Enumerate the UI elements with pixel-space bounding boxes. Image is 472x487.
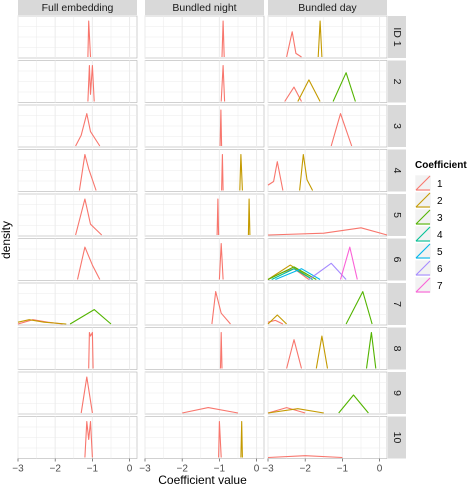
column-strip-label: Full embedding <box>42 2 114 14</box>
x-tick-label: −1 <box>87 464 99 475</box>
x-tick-label: 0 <box>377 464 383 475</box>
legend-title: Coefficient <box>415 160 467 171</box>
y-axis-title: density <box>0 221 13 259</box>
x-tick-label: −1 <box>337 464 349 475</box>
legend-label: 3 <box>437 213 443 224</box>
row-strip-label: 5 <box>391 212 403 218</box>
x-tick-label: −3 <box>262 464 274 475</box>
row-strip-label: 2 <box>391 79 403 85</box>
x-axis-title: Coefficient value <box>158 473 247 487</box>
x-tick-label: −2 <box>49 464 61 475</box>
x-tick-label: −2 <box>299 464 311 475</box>
row-strip-label: ID 1 <box>391 27 403 46</box>
legend-label: 5 <box>437 247 443 258</box>
x-tick-label: −3 <box>12 464 24 475</box>
row-strip-label: 10 <box>391 432 403 444</box>
x-tick-label: 0 <box>127 464 133 475</box>
row-strip-label: 7 <box>391 301 403 307</box>
legend-label: 6 <box>437 264 443 275</box>
legend-label: 2 <box>437 196 443 207</box>
legend-label: 1 <box>437 179 443 190</box>
x-tick-label: 0 <box>254 464 260 475</box>
row-strip-label: 4 <box>391 168 403 174</box>
faceted-density-chart: Full embedding Bundled night Bundled day ID… <box>0 0 467 487</box>
column-strip-label: Bundled day <box>298 2 357 14</box>
x-tick-label: −3 <box>139 464 151 475</box>
column-strip-label: Bundled night <box>172 2 236 14</box>
row-strip-label: 9 <box>391 390 403 396</box>
legend-label: 7 <box>437 281 443 292</box>
legend-label: 4 <box>437 230 443 241</box>
row-strip-label: 6 <box>391 257 403 263</box>
row-strip-label: 8 <box>391 346 403 352</box>
row-strip-label: 3 <box>391 123 403 129</box>
